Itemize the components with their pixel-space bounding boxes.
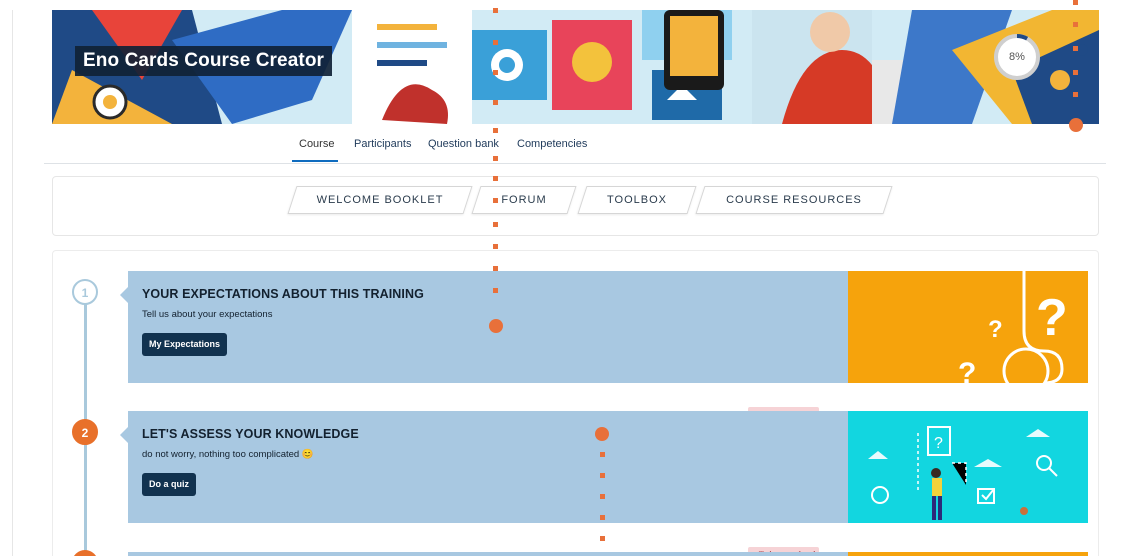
tab-course-resources[interactable]: COURSE RESOURCES xyxy=(695,186,893,214)
svg-text:?: ? xyxy=(958,357,976,383)
svg-text:?: ? xyxy=(1036,289,1068,347)
course-tabs-card xyxy=(52,176,1099,236)
overlay-marker xyxy=(493,176,498,181)
active-tab-indicator xyxy=(292,160,338,162)
overlay-marker xyxy=(493,244,498,249)
overlay-marker xyxy=(600,473,605,478)
activity-description: Tell us about your expectations xyxy=(142,309,273,320)
overlay-marker xyxy=(493,128,498,133)
overlay-marker xyxy=(600,494,605,499)
overlay-marker xyxy=(493,70,498,75)
activity-image-thinking-person: ? xyxy=(848,411,1088,523)
nav-tab-question-bank[interactable]: Question bank xyxy=(428,138,499,150)
overlay-marker xyxy=(493,8,498,13)
activity-title: YOUR EXPECTATIONS ABOUT THIS TRAINING xyxy=(142,287,424,301)
overlay-marker xyxy=(1073,0,1078,5)
nav-tab-competencies[interactable]: Competencies xyxy=(517,138,587,150)
overlay-marker-endpoint xyxy=(489,319,503,333)
overlay-marker xyxy=(493,40,498,45)
do-a-quiz-button[interactable]: Do a quiz xyxy=(142,473,196,496)
svg-text:?: ? xyxy=(934,435,943,452)
activity-card-assess-knowledge: LET'S ASSESS YOUR KNOWLEDGE do not worry… xyxy=(120,411,848,523)
overlay-marker-endpoint xyxy=(595,427,609,441)
overlay-marker xyxy=(600,452,605,457)
activity-card-3 xyxy=(128,552,848,556)
card-notch xyxy=(120,287,128,303)
overlay-marker xyxy=(600,515,605,520)
tab-forum[interactable]: FORUM xyxy=(471,186,577,214)
overlay-marker xyxy=(493,100,498,105)
progress-label: 8% xyxy=(1009,51,1025,63)
nav-tab-participants[interactable]: Participants xyxy=(354,138,411,150)
overlay-marker xyxy=(1073,22,1078,27)
card-notch xyxy=(120,427,128,443)
activity-card-expectations: YOUR EXPECTATIONS ABOUT THIS TRAINING Te… xyxy=(120,271,848,383)
course-title[interactable]: Eno Cards Course Creator xyxy=(75,46,333,76)
svg-text:?: ? xyxy=(988,316,1003,343)
overlay-marker xyxy=(1073,70,1078,75)
step-number-2: 2 xyxy=(72,419,98,445)
step-number-1: 1 xyxy=(72,279,98,305)
overlay-marker xyxy=(493,266,498,271)
secondary-navigation: Course Participants Question bank Compet… xyxy=(0,138,1134,162)
overlay-marker-endpoint xyxy=(1069,118,1083,132)
overlay-marker xyxy=(1073,92,1078,97)
activity-image-question-marks: ? ? ? xyxy=(848,271,1088,383)
activity-image-3 xyxy=(848,552,1088,556)
nav-divider xyxy=(44,163,1106,164)
overlay-marker xyxy=(600,536,605,541)
my-expectations-button[interactable]: My Expectations xyxy=(142,333,228,356)
nav-tab-course[interactable]: Course xyxy=(299,138,334,150)
overlay-marker xyxy=(493,198,498,203)
overlay-marker xyxy=(493,288,498,293)
overlay-marker xyxy=(493,156,498,161)
overlay-marker xyxy=(493,222,498,227)
activity-description: do not worry, nothing too complicated 😊 xyxy=(142,449,314,460)
activity-title: LET'S ASSESS YOUR KNOWLEDGE xyxy=(142,427,359,441)
tab-welcome-booklet[interactable]: WELCOME BOOKLET xyxy=(287,186,473,214)
overlay-marker xyxy=(1073,46,1078,51)
tab-toolbox[interactable]: TOOLBOX xyxy=(577,186,697,214)
